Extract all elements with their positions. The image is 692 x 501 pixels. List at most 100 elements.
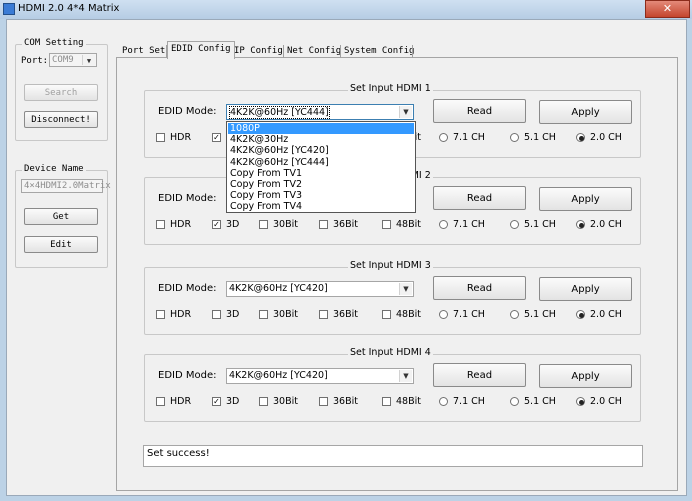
- edid-mode-label: EDID Mode:: [158, 106, 217, 117]
- 5-1-ch-label: 5.1 CH: [524, 132, 556, 143]
- check-icon: ✓: [213, 397, 220, 406]
- 36bit-checkbox[interactable]: [319, 397, 328, 406]
- 48bit-label: 48Bit: [396, 309, 421, 320]
- read-button[interactable]: Read: [433, 276, 526, 300]
- tab-system-config[interactable]: System Config: [341, 44, 417, 59]
- 30bit-checkbox[interactable]: [259, 220, 268, 229]
- read-button[interactable]: Read: [433, 99, 526, 123]
- search-button[interactable]: Search: [24, 84, 98, 101]
- hdmi-input-title: Set Input HDMI 1: [348, 83, 433, 94]
- check-icon: ✓: [213, 220, 220, 229]
- 2-0-ch-radio[interactable]: [576, 220, 585, 229]
- edid-mode-option[interactable]: Copy From TV2: [228, 179, 414, 190]
- chevron-down-icon: ▼: [399, 283, 412, 295]
- 2-0-ch-radio[interactable]: [576, 397, 585, 406]
- hdr-label: HDR: [170, 396, 192, 407]
- edid-mode-option[interactable]: 4K2K@30Hz: [228, 134, 414, 145]
- status-box: Set success!: [143, 445, 643, 467]
- edit-button[interactable]: Edit: [24, 236, 98, 253]
- 36bit-label: 36Bit: [333, 396, 358, 407]
- port-label: Port:: [21, 56, 49, 66]
- edid-mode-select[interactable]: 4K2K@60Hz [YC420] ▼: [226, 281, 414, 297]
- 30bit-label: 30Bit: [273, 219, 298, 230]
- tab-edid-config[interactable]: EDID Config: [167, 41, 235, 59]
- edid-mode-label: EDID Mode:: [158, 283, 217, 294]
- close-button[interactable]: ✕: [645, 0, 690, 18]
- hdr-label: HDR: [170, 132, 192, 143]
- hdr-checkbox[interactable]: [156, 397, 165, 406]
- 5-1-ch-radio[interactable]: [510, 220, 519, 229]
- edid-mode-value: 4K2K@60Hz [YC420]: [229, 283, 328, 294]
- 5-1-ch-label: 5.1 CH: [524, 219, 556, 230]
- 36bit-checkbox[interactable]: [319, 310, 328, 319]
- 3d-checkbox[interactable]: ✓: [212, 397, 221, 406]
- window-title: HDMI 2.0 4*4 Matrix: [18, 3, 120, 14]
- chevron-down-icon: ▼: [399, 370, 412, 382]
- edid-mode-option[interactable]: 4K2K@60Hz [YC444]: [228, 157, 414, 168]
- 5-1-ch-label: 5.1 CH: [524, 309, 556, 320]
- 48bit-checkbox[interactable]: [382, 220, 391, 229]
- apply-button[interactable]: Apply: [539, 364, 632, 388]
- disconnect-button[interactable]: Disconnect!: [24, 111, 98, 128]
- 5-1-ch-label: 5.1 CH: [524, 396, 556, 407]
- 2-0-ch-label: 2.0 CH: [590, 396, 622, 407]
- 36bit-checkbox[interactable]: [319, 220, 328, 229]
- 3d-label: 3D: [226, 396, 240, 407]
- chevron-down-icon: ▼: [399, 106, 412, 118]
- hdr-label: HDR: [170, 219, 192, 230]
- apply-button[interactable]: Apply: [539, 100, 632, 124]
- app-icon: [3, 3, 15, 15]
- 2-0-ch-label: 2.0 CH: [590, 219, 622, 230]
- tab-port-set[interactable]: Port Set: [119, 44, 168, 59]
- port-value: COM9: [52, 55, 74, 65]
- 5-1-ch-radio[interactable]: [510, 397, 519, 406]
- hdr-checkbox[interactable]: [156, 133, 165, 142]
- 3d-checkbox[interactable]: [212, 310, 221, 319]
- edid-mode-value: 4K2K@60Hz [YC420]: [229, 370, 328, 381]
- 5-1-ch-radio[interactable]: [510, 310, 519, 319]
- edid-mode-select[interactable]: 4K2K@60Hz [YC444] ▼: [226, 104, 414, 120]
- device-name-field[interactable]: 4×4HDMI2.0Matrix: [21, 179, 111, 193]
- 7-1-ch-radio[interactable]: [439, 310, 448, 319]
- 2-0-ch-radio[interactable]: [576, 310, 585, 319]
- 48bit-label: 48Bit: [396, 219, 421, 230]
- edid-mode-option[interactable]: 1080P: [228, 123, 414, 134]
- 7-1-ch-label: 7.1 CH: [453, 132, 485, 143]
- edid-mode-option[interactable]: Copy From TV1: [228, 168, 414, 179]
- 30bit-checkbox[interactable]: [259, 397, 268, 406]
- chevron-down-icon: ▼: [82, 55, 95, 65]
- 7-1-ch-radio[interactable]: [439, 397, 448, 406]
- read-button[interactable]: Read: [433, 363, 526, 387]
- 30bit-checkbox[interactable]: [259, 310, 268, 319]
- 7-1-ch-label: 7.1 CH: [453, 309, 485, 320]
- hdr-label: HDR: [170, 309, 192, 320]
- 30bit-label: 30Bit: [273, 309, 298, 320]
- hdr-checkbox[interactable]: [156, 310, 165, 319]
- 2-0-ch-radio[interactable]: [576, 133, 585, 142]
- 7-1-ch-radio[interactable]: [439, 220, 448, 229]
- tab-net-config[interactable]: Net Config: [284, 44, 344, 59]
- edid-mode-option[interactable]: Copy From TV4: [228, 201, 414, 212]
- get-button[interactable]: Get: [24, 208, 98, 225]
- tab-ip-config[interactable]: IP Config: [231, 44, 286, 59]
- edid-mode-select[interactable]: 4K2K@60Hz [YC420] ▼: [226, 368, 414, 384]
- 7-1-ch-radio[interactable]: [439, 133, 448, 142]
- tab-separator: [412, 45, 413, 58]
- 7-1-ch-label: 7.1 CH: [453, 219, 485, 230]
- 2-0-ch-label: 2.0 CH: [590, 132, 622, 143]
- 3d-checkbox[interactable]: ✓: [212, 220, 221, 229]
- edid-mode-label: EDID Mode:: [158, 370, 217, 381]
- 48bit-checkbox[interactable]: [382, 310, 391, 319]
- port-select[interactable]: COM9 ▼: [49, 53, 97, 67]
- 48bit-checkbox[interactable]: [382, 397, 391, 406]
- apply-button[interactable]: Apply: [539, 277, 632, 301]
- com-setting-title: COM Setting: [22, 38, 86, 48]
- apply-button[interactable]: Apply: [539, 187, 632, 211]
- hdr-checkbox[interactable]: [156, 220, 165, 229]
- read-button[interactable]: Read: [433, 186, 526, 210]
- 5-1-ch-radio[interactable]: [510, 133, 519, 142]
- 3d-checkbox[interactable]: ✓: [212, 133, 221, 142]
- 30bit-label: 30Bit: [273, 396, 298, 407]
- edid-mode-option[interactable]: Copy From TV3: [228, 190, 414, 201]
- edid-mode-option[interactable]: 4K2K@60Hz [YC420]: [228, 145, 414, 156]
